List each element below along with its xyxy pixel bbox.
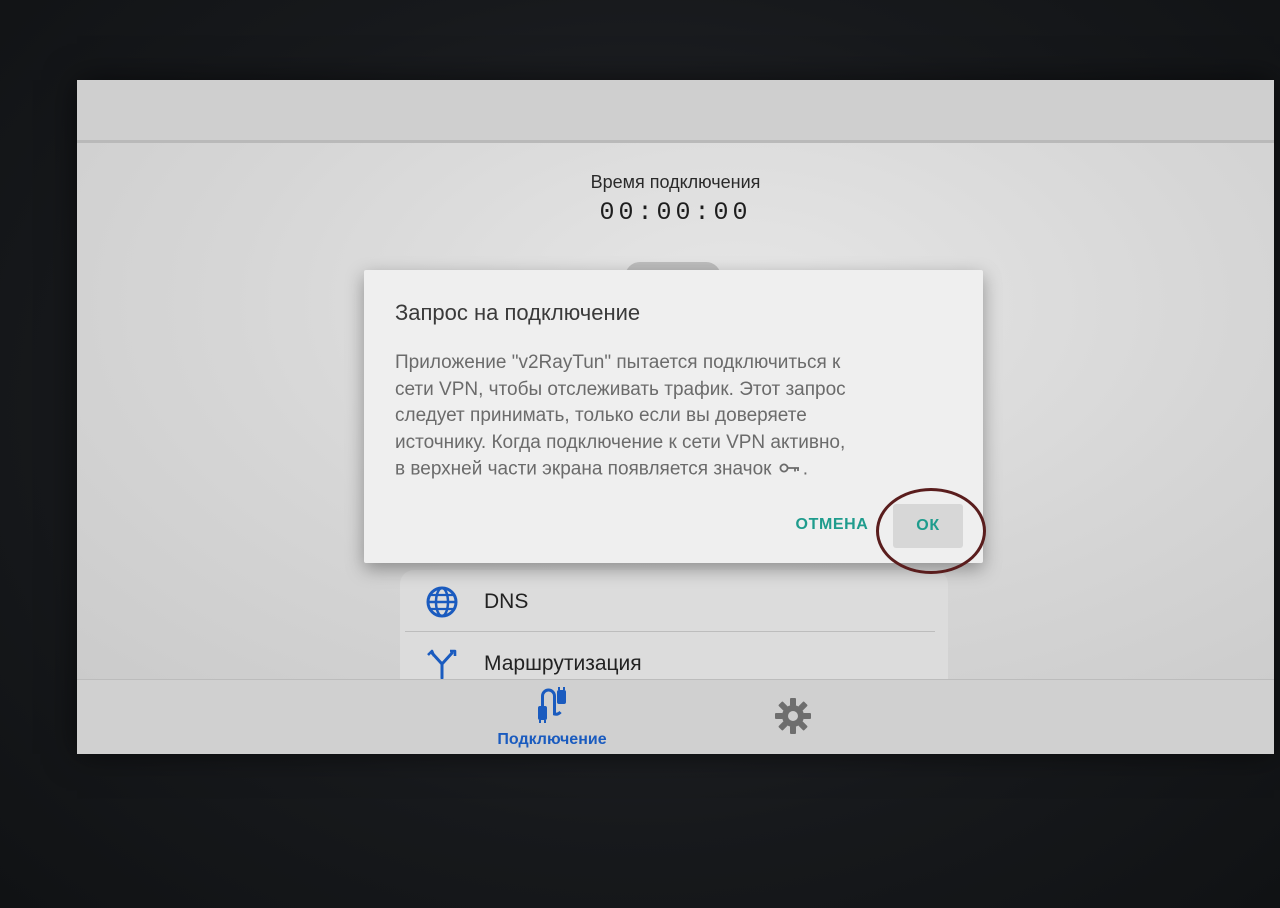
annotation-circle [876, 488, 986, 574]
dialog-message-line: сети VPN, чтобы отслеживать трафик. Этот… [395, 378, 846, 400]
route-split-icon [422, 644, 462, 684]
divider [405, 631, 935, 632]
connection-time-value: 00:00:00 [599, 198, 752, 227]
cancel-button[interactable]: ОТМЕНА [792, 516, 872, 534]
dialog-message-line: Приложение "v2RayTun" пытается подключит… [395, 352, 841, 373]
dialog-title: Запрос на подключение [395, 300, 641, 325]
bottom-navigation: Подключение [77, 679, 1274, 754]
dialog-message-end: . [802, 458, 809, 480]
plug-connection-icon [532, 686, 572, 729]
globe-icon [422, 582, 462, 622]
key-icon [779, 456, 801, 483]
nav-tab-connection-label: Подключение [497, 731, 607, 748]
gear-icon [773, 696, 813, 741]
dialog-message-line: в верхней части экрана появляется значок [395, 458, 772, 480]
nav-tab-settings[interactable] [771, 696, 815, 740]
settings-item-label: DNS [484, 590, 529, 613]
nav-tab-connection[interactable]: Подключение [487, 686, 617, 750]
dialog-message: Приложение "v2RayTun" пытается подключит… [395, 350, 955, 483]
dialog-message-line: источнику. Когда подключение к сети VPN … [395, 431, 846, 453]
connection-time-label: Время подключения [590, 172, 761, 192]
settings-item-dns[interactable]: DNS [400, 572, 948, 632]
settings-item-label: Маршрутизация [484, 652, 642, 675]
dialog-message-line-last: в верхней части экрана появляется значок… [395, 456, 955, 483]
dialog-message-line: следует принимать, только если вы доверя… [395, 405, 807, 426]
top-app-bar [77, 80, 1274, 143]
